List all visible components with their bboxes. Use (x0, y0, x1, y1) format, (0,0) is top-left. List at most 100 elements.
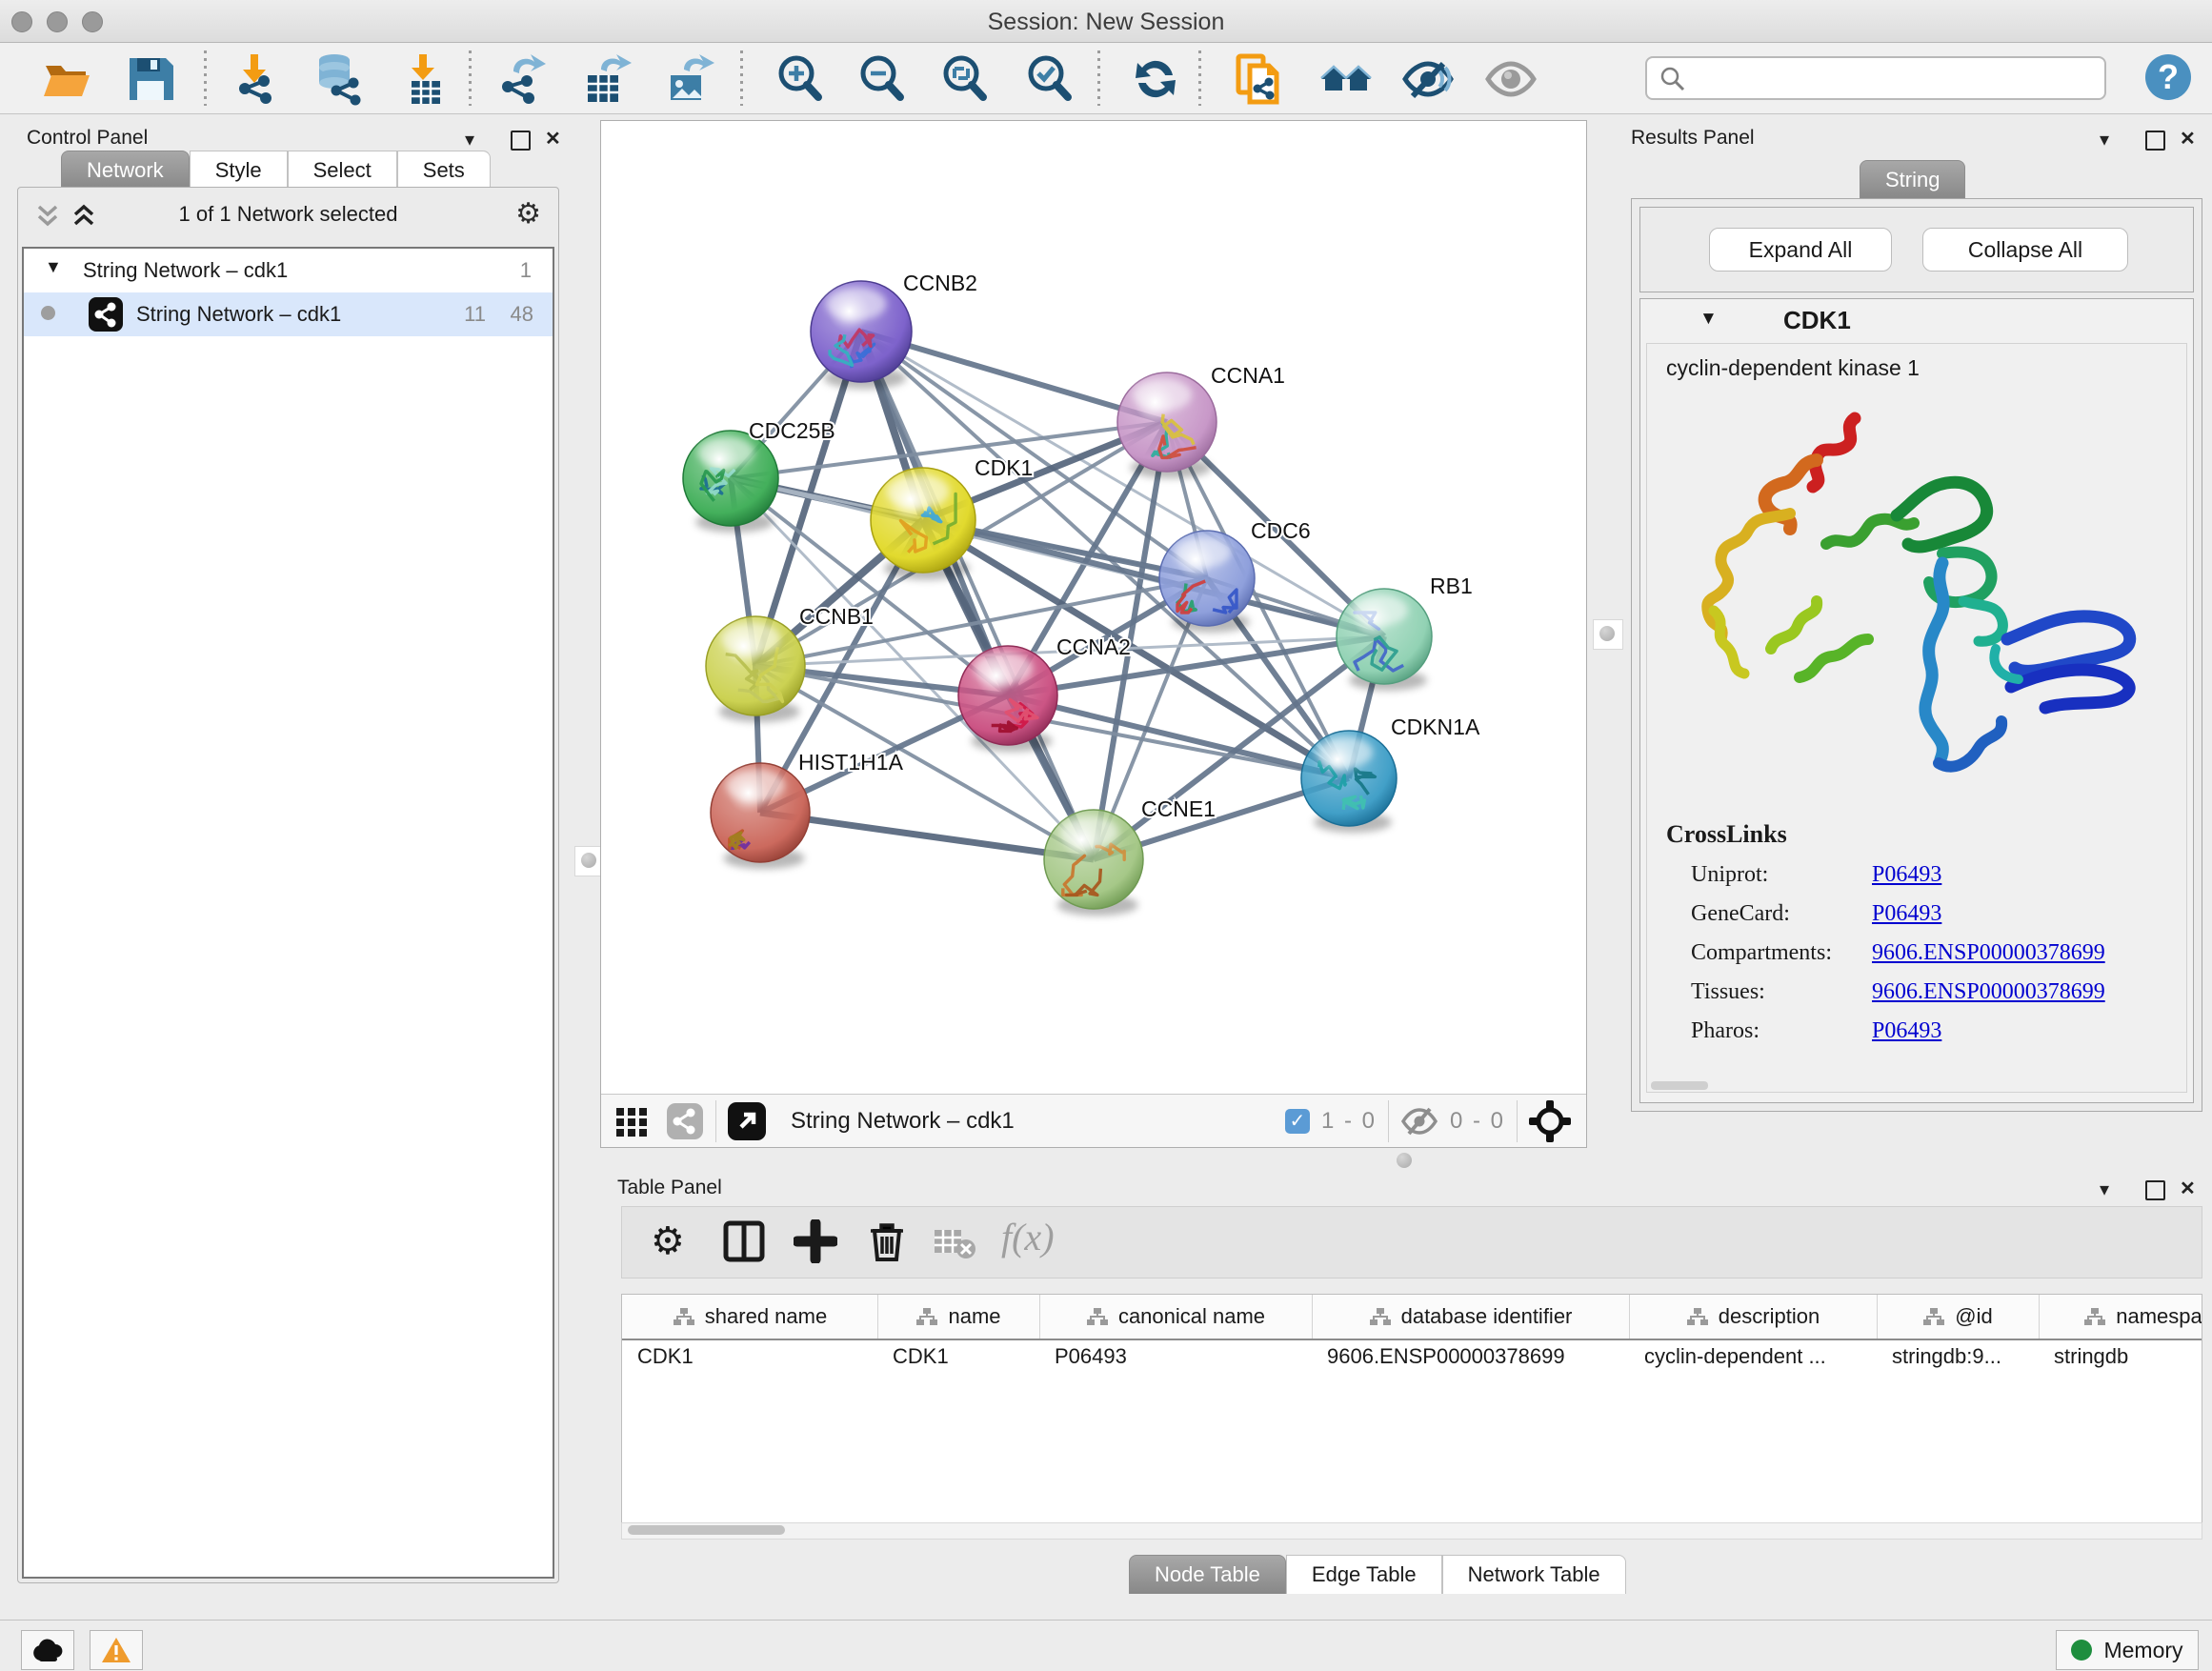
open-session-icon[interactable] (40, 52, 93, 106)
node-label-CCNA2[interactable]: CCNA2 (1056, 634, 1131, 659)
entry-hscroll-thumb[interactable] (1651, 1081, 1708, 1090)
crosslink-link[interactable]: 9606.ENSP00000378699 (1872, 979, 2105, 1005)
cloud-button[interactable] (21, 1630, 74, 1670)
results-panel-menu-icon[interactable]: ▾ (2100, 128, 2109, 151)
zoom-out-icon[interactable] (855, 52, 909, 106)
table-cell[interactable]: stringdb:9... (1877, 1344, 2039, 1369)
tab-network-table[interactable]: Network Table (1442, 1555, 1626, 1594)
results-panel-float-icon[interactable] (2145, 131, 2165, 151)
memory-button[interactable]: Memory (2056, 1630, 2199, 1670)
entry-expander-icon[interactable]: ▼ (1699, 309, 1718, 330)
table-panel-menu-icon[interactable]: ▾ (2100, 1178, 2109, 1201)
import-database-icon[interactable] (312, 52, 365, 106)
column-header-database-identifier[interactable]: database identifier (1312, 1295, 1630, 1339)
control-panel-title: Control Panel (27, 127, 148, 150)
table-cell[interactable]: CDK1 (877, 1344, 1039, 1369)
node-label-HIST1H1A[interactable]: HIST1H1A (798, 750, 904, 775)
column-header-@id[interactable]: @id (1877, 1295, 2040, 1339)
expand-all-button[interactable]: Expand All (1709, 228, 1892, 272)
tab-edge-table[interactable]: Edge Table (1286, 1555, 1442, 1594)
delete-column-icon[interactable] (865, 1219, 909, 1263)
hide-selected-icon[interactable] (1401, 52, 1455, 106)
home-icon[interactable] (1319, 52, 1373, 106)
column-header-description[interactable]: description (1629, 1295, 1878, 1339)
zoom-selected-icon[interactable] (1023, 52, 1076, 106)
network-row[interactable]: String Network – cdk1 11 48 (24, 292, 553, 336)
toolbar-separator (740, 50, 743, 106)
share-view-icon[interactable] (666, 1102, 704, 1140)
table-hscroll-thumb[interactable] (628, 1525, 785, 1535)
tab-network[interactable]: Network (61, 151, 190, 190)
import-table-icon[interactable] (398, 52, 452, 106)
node-label-CCNA1[interactable]: CCNA1 (1211, 363, 1285, 388)
help-icon[interactable]: ? (2145, 54, 2191, 100)
network-node-count: 11 (464, 302, 486, 327)
right-splitter-handle[interactable] (1593, 619, 1623, 650)
node-label-CDK1[interactable]: CDK1 (975, 455, 1033, 480)
collapse-all-button[interactable]: Collapse All (1922, 228, 2128, 272)
search-input[interactable] (1697, 60, 2091, 92)
toolbar-separator (469, 50, 472, 106)
crosslink-link[interactable]: P06493 (1872, 862, 1941, 888)
node-label-CDC25B[interactable]: CDC25B (749, 418, 835, 443)
grid-view-icon[interactable] (614, 1104, 649, 1138)
export-table-icon[interactable] (580, 52, 633, 106)
crosslink-link[interactable]: 9606.ENSP00000378699 (1872, 940, 2105, 966)
zoom-in-icon[interactable] (774, 52, 827, 106)
gear-icon[interactable]: ⚙ (515, 197, 541, 231)
results-panel-close-icon[interactable]: ✕ (2180, 127, 2196, 151)
tab-style[interactable]: Style (190, 151, 288, 190)
add-column-icon[interactable] (794, 1219, 837, 1263)
table-panel-close-icon[interactable]: ✕ (2180, 1177, 2196, 1200)
tab-select[interactable]: Select (288, 151, 397, 190)
table-cell[interactable]: stringdb (2039, 1344, 2202, 1369)
refresh-icon[interactable] (1129, 52, 1182, 106)
node-label-RB1[interactable]: RB1 (1430, 574, 1473, 598)
export-image-icon[interactable] (663, 52, 716, 106)
node-label-CCNE1[interactable]: CCNE1 (1141, 796, 1216, 821)
warning-button[interactable] (90, 1630, 143, 1670)
column-header-label: description (1719, 1304, 1820, 1329)
table-hscrollbar[interactable] (621, 1522, 2202, 1540)
table-cell[interactable]: cyclin-dependent ... (1629, 1344, 1877, 1369)
node-table[interactable]: shared namenamecanonical namedatabase id… (621, 1294, 2202, 1524)
column-header-label: @id (1955, 1304, 1992, 1329)
table-panel-float-icon[interactable] (2145, 1180, 2165, 1200)
table-cell[interactable]: P06493 (1039, 1344, 1312, 1369)
selected-checkbox-icon[interactable]: ✓ (1285, 1109, 1310, 1134)
crosslink-link[interactable]: P06493 (1872, 1018, 1941, 1044)
table-panel-title: Table Panel (617, 1177, 722, 1199)
bottom-splitter-handle[interactable] (1391, 1147, 1416, 1168)
column-header-canonical-name[interactable]: canonical name (1039, 1295, 1313, 1339)
zoom-fit-icon[interactable] (938, 52, 992, 106)
import-network-icon[interactable] (231, 52, 285, 106)
control-panel-close-icon[interactable]: ✕ (545, 127, 561, 151)
column-header-shared-name[interactable]: shared name (622, 1295, 878, 1339)
network-collection-row[interactable]: ▼ String Network – cdk1 1 (24, 249, 553, 292)
save-session-icon[interactable] (124, 52, 177, 106)
show-all-icon[interactable] (1484, 52, 1538, 106)
node-label-CDC6[interactable]: CDC6 (1251, 518, 1311, 543)
collection-expander-icon[interactable]: ▼ (45, 257, 62, 277)
table-settings-gear-icon[interactable]: ⚙ (651, 1219, 694, 1263)
export-network-icon[interactable] (496, 52, 550, 106)
table-cell[interactable]: CDK1 (622, 1344, 877, 1369)
table-cell[interactable]: 9606.ENSP00000378699 (1312, 1344, 1629, 1369)
node-label-CDKN1A[interactable]: CDKN1A (1391, 715, 1480, 739)
control-panel-menu-icon[interactable]: ▾ (465, 128, 474, 151)
node-label-CCNB1[interactable]: CCNB1 (799, 604, 874, 629)
node-label-CCNB2[interactable]: CCNB2 (903, 271, 977, 295)
tab-node-table[interactable]: Node Table (1129, 1555, 1286, 1594)
column-header-name[interactable]: name (877, 1295, 1040, 1339)
control-panel-float-icon[interactable] (511, 131, 531, 151)
tab-string[interactable]: String (1860, 160, 1965, 199)
crosslink-link[interactable]: P06493 (1872, 901, 1941, 927)
entry-description: cyclin-dependent kinase 1 (1666, 355, 1920, 381)
open-in-window-icon[interactable] (728, 1102, 766, 1140)
network-canvas[interactable]: CCNB2 CCNA1 CDC25B CDK1 CDC6 RB1 CCNB1 CCNA2 CDK… (601, 121, 1584, 1093)
copy-network-icon[interactable] (1233, 52, 1286, 106)
tab-sets[interactable]: Sets (397, 151, 491, 190)
birds-eye-icon[interactable] (1529, 1100, 1571, 1142)
show-columns-icon[interactable] (722, 1219, 766, 1263)
column-header-namespac[interactable]: namespac (2039, 1295, 2202, 1339)
